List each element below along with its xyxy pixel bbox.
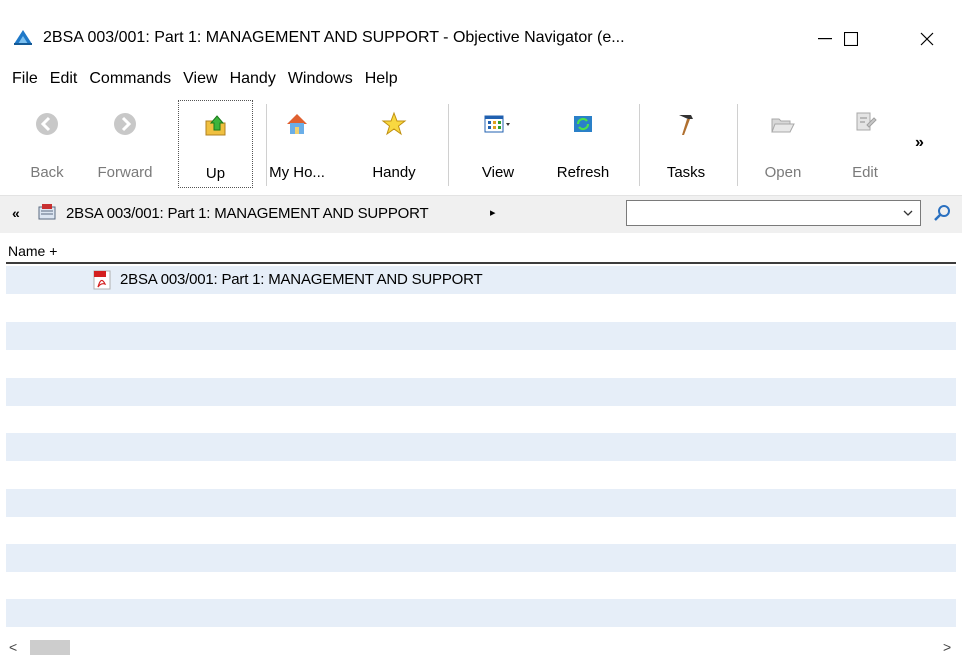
top-strip: [0, 0, 962, 12]
toolbar-separator: [448, 104, 449, 186]
up-button[interactable]: Up: [178, 100, 253, 188]
menu-handy[interactable]: Handy: [224, 70, 282, 88]
menu-bar: File Edit Commands View Handy Windows He…: [0, 64, 962, 94]
edit-button[interactable]: Edit: [840, 100, 890, 188]
toolbar-overflow-chevron[interactable]: »: [915, 134, 924, 152]
menu-file[interactable]: File: [6, 70, 44, 88]
menu-commands[interactable]: Commands: [83, 70, 177, 88]
forward-arrow-icon: [113, 100, 137, 148]
address-path-arrow[interactable]: ▸: [490, 206, 496, 219]
empty-row: [6, 572, 956, 600]
menu-help[interactable]: Help: [359, 70, 404, 88]
hammer-icon: [673, 100, 699, 148]
my-home-button[interactable]: My Ho...: [269, 100, 325, 188]
list-item[interactable]: 2BSA 003/001: Part 1: MANAGEMENT AND SUP…: [6, 266, 956, 294]
toolbar-separator: [737, 104, 738, 186]
view-grid-icon: [484, 100, 512, 148]
tasks-button[interactable]: Tasks: [660, 100, 712, 188]
column-header-name[interactable]: Name +: [6, 240, 956, 264]
empty-row: [6, 350, 956, 378]
empty-row: [6, 406, 956, 434]
back-arrow-icon: [35, 100, 59, 148]
toolbar-separator: [639, 104, 640, 186]
view-button[interactable]: View: [470, 100, 526, 188]
title-bar: 2BSA 003/001: Part 1: MANAGEMENT AND SUP…: [0, 16, 962, 62]
empty-row: [6, 322, 956, 350]
refresh-icon: [572, 100, 594, 148]
scroll-left-button[interactable]: <: [9, 639, 17, 655]
scrollbar-thumb[interactable]: [30, 640, 70, 655]
window-title: 2BSA 003/001: Part 1: MANAGEMENT AND SUP…: [43, 29, 625, 46]
up-folder-icon: [203, 101, 229, 149]
address-back-chevron[interactable]: «: [12, 205, 20, 221]
star-icon: [381, 100, 407, 148]
menu-windows[interactable]: Windows: [282, 70, 359, 88]
address-path[interactable]: 2BSA 003/001: Part 1: MANAGEMENT AND SUP…: [66, 205, 429, 222]
menu-view[interactable]: View: [177, 70, 223, 88]
pdf-icon: [93, 270, 111, 295]
empty-row: [6, 461, 956, 489]
toolbar: Back Forward Up My Ho... Handy View Refr…: [0, 98, 962, 192]
empty-row: [6, 378, 956, 406]
toolbar-separator: [266, 104, 267, 186]
empty-row: [6, 489, 956, 517]
document-list: Name + 2BSA 003/001: Part 1: MANAGEMENT …: [6, 236, 956, 636]
refresh-button[interactable]: Refresh: [548, 100, 618, 188]
open-button[interactable]: Open: [758, 100, 808, 188]
menu-edit[interactable]: Edit: [44, 70, 84, 88]
address-bar: « 2BSA 003/001: Part 1: MANAGEMENT AND S…: [0, 195, 962, 233]
list-item-label: 2BSA 003/001: Part 1: MANAGEMENT AND SUP…: [120, 271, 483, 288]
empty-row: [6, 294, 956, 322]
empty-row: [6, 544, 956, 572]
home-icon: [284, 100, 310, 148]
empty-row: [6, 599, 956, 627]
horizontal-scrollbar[interactable]: < >: [0, 638, 962, 657]
address-search-combo[interactable]: [626, 200, 921, 226]
scroll-right-button[interactable]: >: [943, 639, 951, 655]
empty-row: [6, 433, 956, 461]
objective-app-icon: [12, 26, 34, 48]
search-icon[interactable]: [933, 204, 951, 227]
chevron-down-icon[interactable]: [902, 206, 914, 224]
file-container-icon: [36, 201, 60, 228]
close-button[interactable]: [904, 20, 950, 58]
forward-button[interactable]: Forward: [94, 100, 156, 188]
maximize-button[interactable]: [828, 20, 874, 58]
back-button[interactable]: Back: [24, 100, 70, 188]
handy-button[interactable]: Handy: [364, 100, 424, 188]
open-folder-icon: [770, 100, 796, 148]
empty-row: [6, 516, 956, 544]
edit-document-icon: [853, 100, 877, 148]
